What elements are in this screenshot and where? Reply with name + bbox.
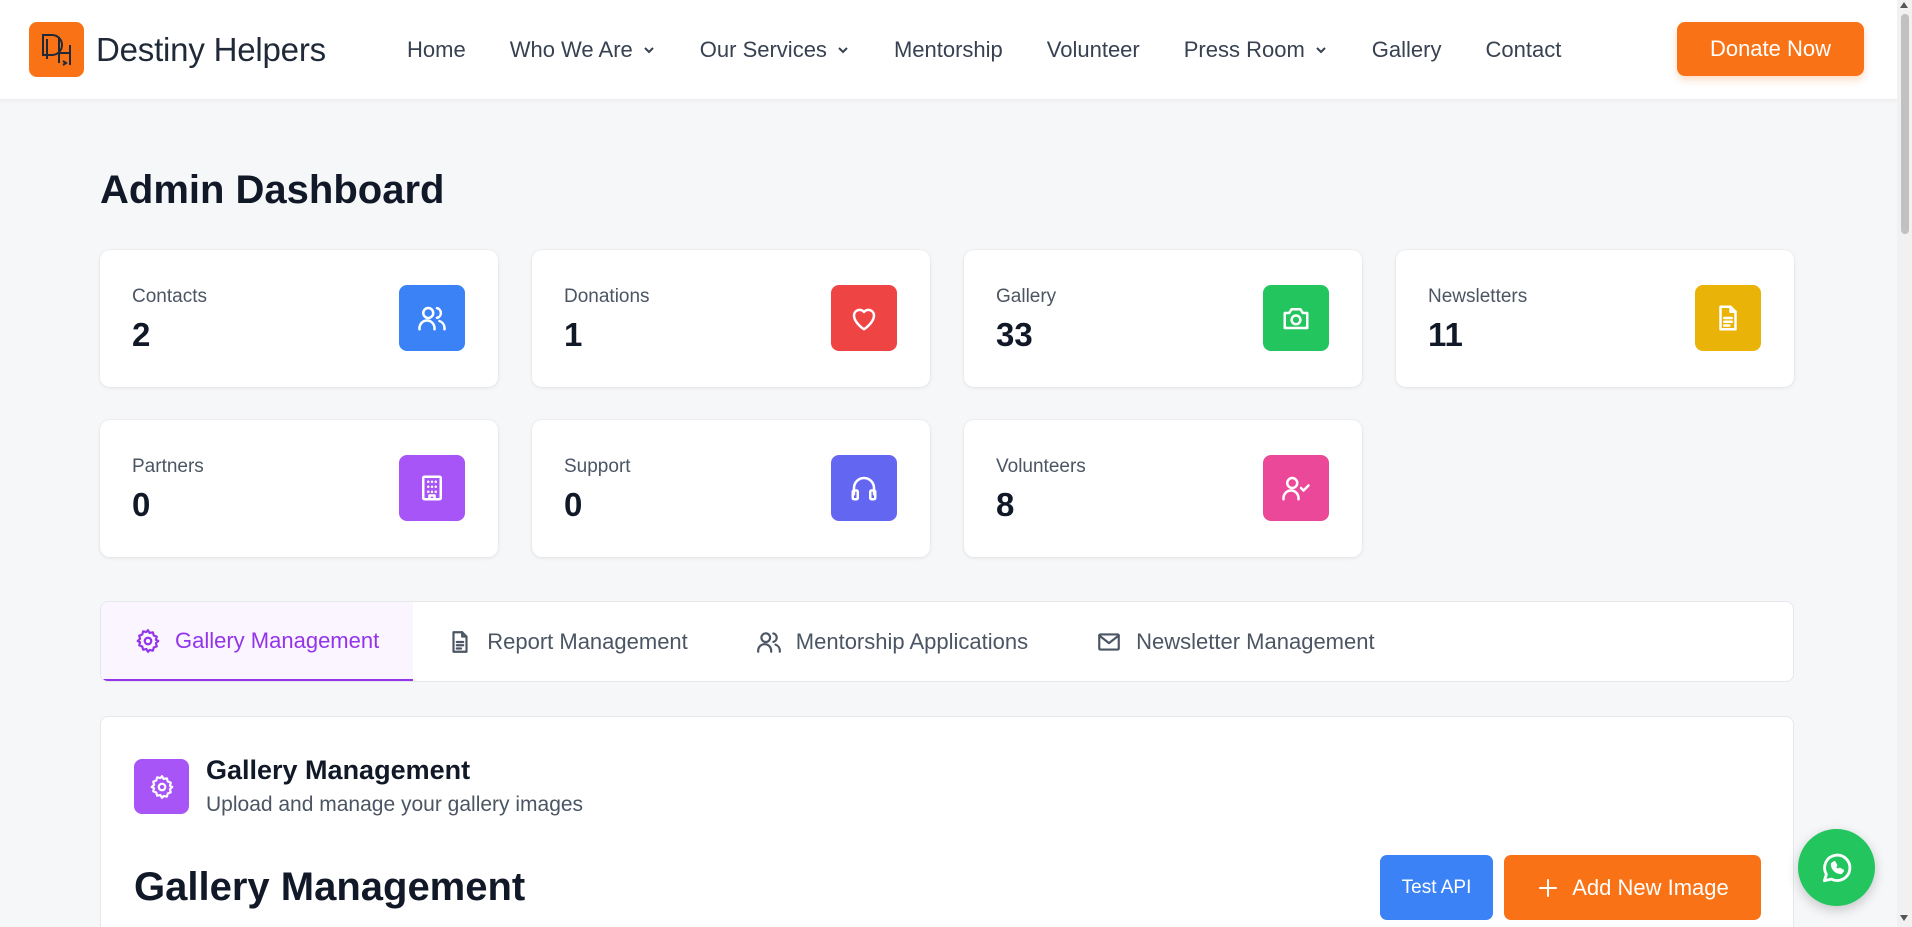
building-icon <box>399 455 465 521</box>
stat-label: Volunteers <box>996 456 1086 477</box>
stat-card-contacts: Contacts 2 <box>100 250 498 387</box>
nav-label: Contact <box>1485 37 1562 62</box>
page-title: Admin Dashboard <box>100 168 445 212</box>
chevron-down-icon <box>836 43 850 57</box>
mail-icon <box>1098 632 1120 651</box>
stat-value: 33 <box>996 316 1033 353</box>
chevron-down-icon <box>642 43 656 57</box>
add-new-image-button[interactable]: Add New Image <box>1504 855 1761 920</box>
nav-label: Press Room <box>1183 37 1305 62</box>
stat-value: 0 <box>132 486 151 523</box>
nav-contact[interactable]: Contact <box>1485 37 1561 63</box>
nav-our-services[interactable]: Our Services <box>700 37 850 63</box>
brand-name: Destiny Helpers <box>96 30 326 68</box>
stat-label: Newsletters <box>1428 286 1528 307</box>
tab-report-management[interactable]: Report Management <box>413 602 722 681</box>
top-navbar: Destiny Helpers Home Who We Are Our Serv… <box>0 0 1897 100</box>
stat-label: Partners <box>132 456 204 477</box>
donate-now-button[interactable]: Donate Now <box>1677 22 1864 76</box>
panel-subtitle: Upload and manage your gallery images <box>206 793 584 816</box>
section-title: Gallery Management <box>134 865 526 909</box>
whatsapp-chat-button[interactable] <box>1798 829 1875 906</box>
nav-label: Volunteer <box>1046 37 1140 62</box>
logo-icon <box>29 22 84 77</box>
tab-label: Mentorship Applications <box>795 628 1029 654</box>
tab-label: Report Management <box>487 628 688 654</box>
nav-gallery[interactable]: Gallery <box>1372 37 1442 63</box>
nav-label: Who We Are <box>509 37 633 62</box>
stat-card-partners: Partners 0 <box>100 420 498 557</box>
users-icon <box>399 285 465 351</box>
heart-icon <box>831 285 897 351</box>
whatsapp-icon <box>1822 853 1851 882</box>
nav-press-room[interactable]: Press Room <box>1184 37 1328 63</box>
document-icon <box>452 630 468 653</box>
gear-icon <box>134 759 189 814</box>
nav-mentorship[interactable]: Mentorship <box>894 37 1003 63</box>
tab-mentorship-applications[interactable]: Mentorship Applications <box>722 602 1062 681</box>
plus-icon <box>1539 878 1558 897</box>
nav-label: Home <box>407 37 466 62</box>
scroll-down-icon[interactable] <box>1900 915 1908 921</box>
gallery-management-panel: Gallery Management Upload and manage you… <box>100 716 1794 927</box>
scroll-up-icon[interactable] <box>1900 2 1908 8</box>
stat-card-newsletters: Newsletters 11 <box>1396 250 1794 387</box>
stat-label: Donations <box>564 286 650 307</box>
stat-label: Contacts <box>132 286 207 307</box>
stat-label: Support <box>564 456 631 477</box>
stat-value: 2 <box>132 316 151 353</box>
stat-value: 11 <box>1428 316 1463 353</box>
camera-icon <box>1263 285 1329 351</box>
stat-card-volunteers: Volunteers 8 <box>964 420 1362 557</box>
stat-label: Gallery <box>996 286 1057 307</box>
users-icon <box>756 631 781 653</box>
stat-value: 0 <box>564 486 583 523</box>
nav-who-we-are[interactable]: Who We Are <box>510 37 656 63</box>
headphones-icon <box>831 455 897 521</box>
nav-home[interactable]: Home <box>407 37 466 63</box>
tab-gallery-management[interactable]: Gallery Management <box>101 602 414 681</box>
nav-label: Gallery <box>1371 37 1442 62</box>
stat-value: 1 <box>564 316 583 353</box>
brand-link[interactable]: Destiny Helpers <box>29 22 326 77</box>
stat-card-donations: Donations 1 <box>532 250 930 387</box>
nav-label: Our Services <box>699 37 827 62</box>
gear-icon <box>136 628 160 653</box>
chevron-down-icon <box>1314 43 1328 57</box>
tab-label: Newsletter Management <box>1136 628 1375 654</box>
tab-newsletter-management[interactable]: Newsletter Management <box>1062 602 1408 681</box>
stat-card-gallery: Gallery 33 <box>964 250 1362 387</box>
management-tabs: Gallery Management Report Management Men… <box>100 601 1794 682</box>
tab-label: Gallery Management <box>175 627 380 653</box>
main-nav: Home Who We Are Our Services Mentorship … <box>407 0 1605 100</box>
stat-value: 8 <box>996 486 1015 523</box>
add-image-label: Add New Image <box>1572 874 1729 900</box>
user-check-icon <box>1263 455 1329 521</box>
nav-label: Mentorship <box>893 37 1003 62</box>
nav-volunteer[interactable]: Volunteer <box>1047 37 1140 63</box>
scrollbar-thumb[interactable] <box>1901 14 1909 234</box>
document-icon <box>1695 285 1761 351</box>
test-api-button[interactable]: Test API <box>1380 855 1493 920</box>
stat-card-support: Support 0 <box>532 420 930 557</box>
panel-title: Gallery Management <box>206 755 471 785</box>
page-scrollbar[interactable] <box>1897 0 1912 927</box>
